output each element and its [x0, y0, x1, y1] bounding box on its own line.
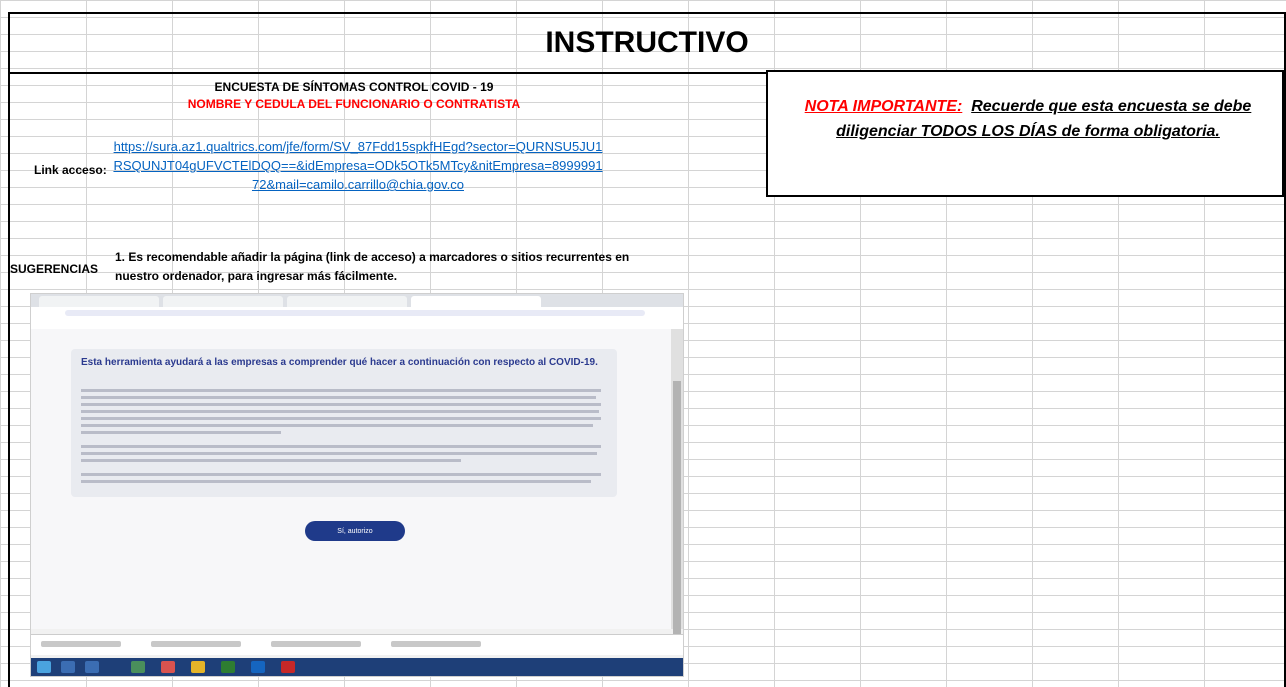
taskbar-app-icon [221, 661, 235, 673]
link-label: Link acceso: [34, 163, 107, 177]
download-item [391, 641, 481, 647]
info-line [81, 417, 601, 420]
download-item [271, 641, 361, 647]
downloads-bar [31, 634, 683, 655]
info-line [81, 403, 601, 406]
info-card: Esta herramienta ayudará a las empresas … [71, 349, 617, 497]
taskbar-app-icon [281, 661, 295, 673]
taskbar-app-icon [161, 661, 175, 673]
note-label: NOTA IMPORTANTE: [804, 98, 963, 115]
info-line [81, 424, 593, 427]
info-line [81, 452, 597, 455]
authorize-button: Sí, autorizo [305, 521, 405, 541]
scrollbar [671, 329, 683, 641]
browser-tab-bar [31, 294, 683, 307]
info-line [81, 389, 601, 392]
taskbar-app-icon [131, 661, 145, 673]
download-item [41, 641, 121, 647]
browser-tab [287, 296, 407, 307]
download-item [151, 641, 241, 647]
browser-screenshot-image: Esta herramienta ayudará a las empresas … [30, 293, 684, 677]
browser-tab [411, 296, 541, 307]
suggestion-item: 1. Es recomendable añadir la página (lin… [115, 250, 630, 283]
info-line [81, 410, 599, 413]
info-line [81, 459, 461, 462]
survey-title: ENCUESTA DE SÍNTOMAS CONTROL COVID - 19 [214, 80, 494, 94]
suggestions-label: SUGERENCIAS [10, 262, 99, 276]
important-note: NOTA IMPORTANTE: Recuerde que esta encue… [778, 94, 1278, 144]
info-line [81, 480, 591, 483]
info-line [81, 431, 281, 434]
info-line [81, 396, 596, 399]
taskbar-app-icon [251, 661, 265, 673]
url-field [65, 310, 645, 316]
scrollbar-thumb [673, 381, 681, 641]
info-heading: Esta herramienta ayudará a las empresas … [81, 357, 598, 368]
page-title: INSTRUCTIVO [545, 26, 749, 59]
info-line [81, 445, 601, 448]
survey-page: Esta herramienta ayudará a las empresas … [31, 329, 673, 629]
windows-taskbar [31, 658, 683, 676]
survey-subtitle: NOMBRE Y CEDULA DEL FUNCIONARIO O CONTRA… [187, 97, 521, 111]
survey-link[interactable]: https://sura.az1.qualtrics.com/jfe/form/… [112, 137, 604, 194]
browser-tab [39, 296, 159, 307]
start-icon [37, 661, 51, 673]
taskbar-app-icon [85, 661, 99, 673]
taskbar-app-icon [61, 661, 75, 673]
browser-tab [163, 296, 283, 307]
info-line [81, 473, 601, 476]
taskbar-app-icon [191, 661, 205, 673]
